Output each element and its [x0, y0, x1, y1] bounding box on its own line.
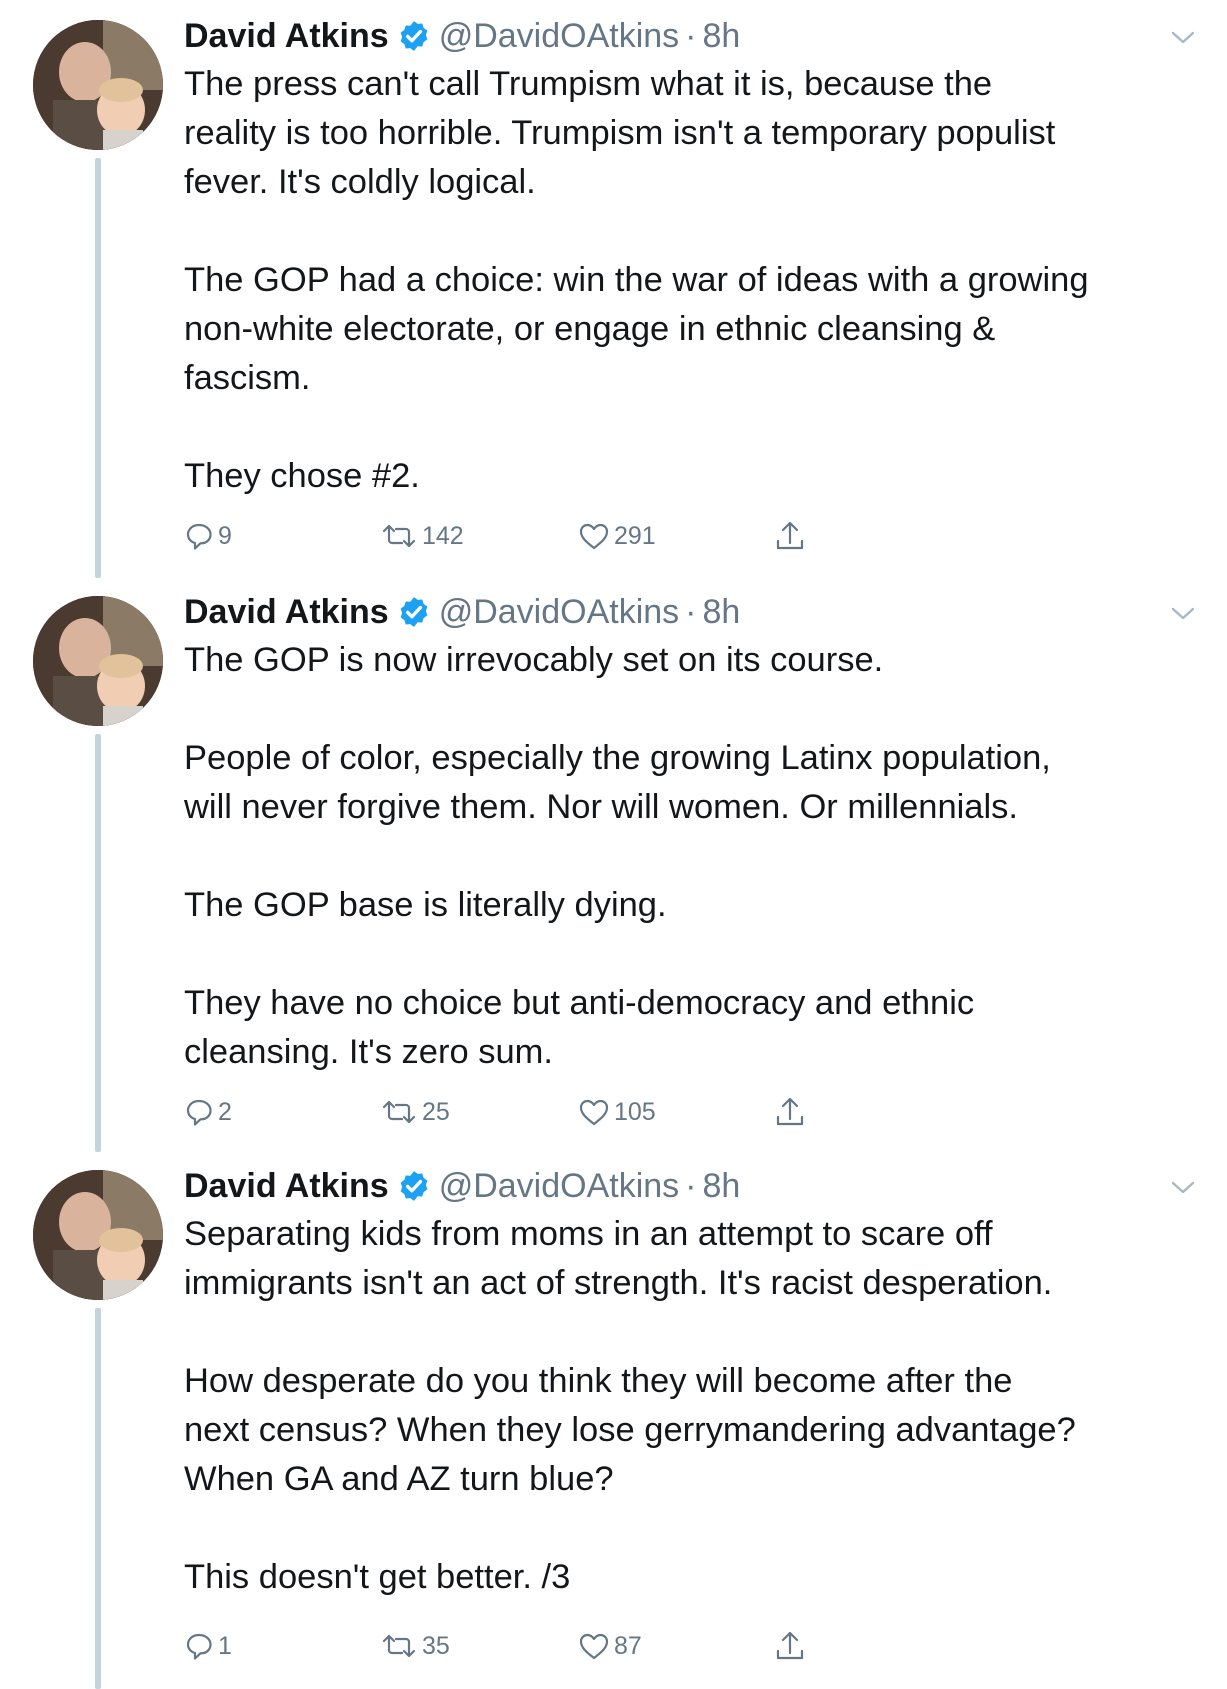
share-icon	[776, 1097, 804, 1126]
reply-count: 2	[218, 1097, 232, 1126]
separator-dot: ·	[685, 592, 697, 631]
retweet-button[interactable]: 35	[380, 1624, 450, 1668]
tweet-header: David Atkins @DavidOAtkins · 8h	[184, 590, 740, 634]
avatar-photo	[33, 20, 163, 150]
verified-badge-icon	[397, 19, 431, 53]
tweet-paragraph: They have no choice but anti-democracy a…	[184, 984, 975, 1071]
tweet-paragraph: The GOP had a choice: win the war of ide…	[184, 261, 1089, 397]
share-button[interactable]	[774, 1090, 806, 1134]
avatar[interactable]	[33, 596, 163, 726]
share-icon	[776, 1631, 804, 1660]
tweet-actions: 1 35 87	[184, 1624, 1184, 1668]
chevron-down-icon[interactable]	[1168, 600, 1198, 626]
tweet-paragraph: This doesn't get better. /3	[184, 1558, 571, 1596]
heart-icon	[579, 1099, 609, 1126]
retweet-icon	[382, 1100, 416, 1124]
thread-connector-line	[95, 158, 101, 578]
retweet-button[interactable]: 25	[380, 1090, 450, 1134]
tweet-paragraph: How desperate do you think they will bec…	[184, 1362, 1076, 1498]
tweet-paragraph: They chose #2.	[184, 457, 420, 495]
reply-button[interactable]: 2	[184, 1090, 232, 1134]
retweet-icon	[382, 524, 416, 548]
tweet-actions: 9 142 291	[184, 514, 1184, 558]
tweet-paragraph: The GOP is now irrevocably set on its co…	[184, 641, 884, 679]
tweet[interactable]: David Atkins @DavidOAtkins · 8h The GOP …	[0, 576, 1227, 1152]
heart-icon	[579, 523, 609, 550]
tweet-paragraph: The press can't call Trumpism what it is…	[184, 65, 1056, 201]
avatar[interactable]	[33, 20, 163, 150]
chevron-down-icon[interactable]	[1168, 24, 1198, 50]
author-handle[interactable]: @DavidOAtkins	[439, 17, 679, 56]
tweet[interactable]: David Atkins @DavidOAtkins · 8h Separati…	[0, 1150, 1227, 1689]
tweet-paragraph: Separating kids from moms in an attempt …	[184, 1215, 1053, 1302]
like-count: 87	[614, 1631, 642, 1660]
share-icon	[776, 521, 804, 550]
verified-badge-icon	[397, 595, 431, 629]
tweet-text: The GOP is now irrevocably set on its co…	[184, 636, 1204, 1077]
separator-dot: ·	[685, 16, 697, 55]
retweet-count: 25	[422, 1097, 450, 1126]
like-button[interactable]: 105	[578, 1090, 656, 1134]
reply-icon	[186, 1633, 212, 1660]
verified-badge-icon	[397, 1169, 431, 1203]
retweet-count: 142	[422, 521, 464, 550]
reply-count: 1	[218, 1631, 232, 1660]
avatar-photo	[33, 1170, 163, 1300]
reply-button[interactable]: 9	[184, 514, 232, 558]
tweet-paragraph: People of color, especially the growing …	[184, 739, 1051, 826]
tweet-paragraph: The GOP base is literally dying.	[184, 886, 667, 924]
like-count: 291	[614, 521, 656, 550]
like-button[interactable]: 87	[578, 1624, 642, 1668]
author-handle[interactable]: @DavidOAtkins	[439, 593, 679, 632]
author-name[interactable]: David Atkins	[184, 17, 389, 56]
tweet[interactable]: David Atkins @DavidOAtkins · 8h The pres…	[0, 0, 1227, 578]
thread-connector-line	[95, 734, 101, 1152]
timestamp[interactable]: 8h	[703, 17, 741, 56]
reply-button[interactable]: 1	[184, 1624, 232, 1668]
tweet-header: David Atkins @DavidOAtkins · 8h	[184, 14, 740, 58]
like-count: 105	[614, 1097, 656, 1126]
reply-icon	[186, 523, 212, 550]
like-button[interactable]: 291	[578, 514, 656, 558]
chevron-down-icon[interactable]	[1168, 1174, 1198, 1200]
tweet-actions: 2 25 105	[184, 1090, 1184, 1134]
retweet-button[interactable]: 142	[380, 514, 464, 558]
share-button[interactable]	[774, 514, 806, 558]
reply-count: 9	[218, 521, 232, 550]
reply-icon	[186, 1099, 212, 1126]
retweet-count: 35	[422, 1631, 450, 1660]
avatar[interactable]	[33, 1170, 163, 1300]
heart-icon	[579, 1633, 609, 1660]
author-name[interactable]: David Atkins	[184, 1167, 389, 1206]
tweet-text: The press can't call Trumpism what it is…	[184, 60, 1204, 501]
separator-dot: ·	[685, 1166, 697, 1205]
tweet-text: Separating kids from moms in an attempt …	[184, 1210, 1204, 1602]
tweet-header: David Atkins @DavidOAtkins · 8h	[184, 1164, 740, 1208]
author-handle[interactable]: @DavidOAtkins	[439, 1167, 679, 1206]
retweet-icon	[382, 1634, 416, 1658]
timestamp[interactable]: 8h	[703, 1167, 741, 1206]
author-name[interactable]: David Atkins	[184, 593, 389, 632]
avatar-photo	[33, 596, 163, 726]
timestamp[interactable]: 8h	[703, 593, 741, 632]
thread-connector-line	[95, 1308, 101, 1689]
share-button[interactable]	[774, 1624, 806, 1668]
